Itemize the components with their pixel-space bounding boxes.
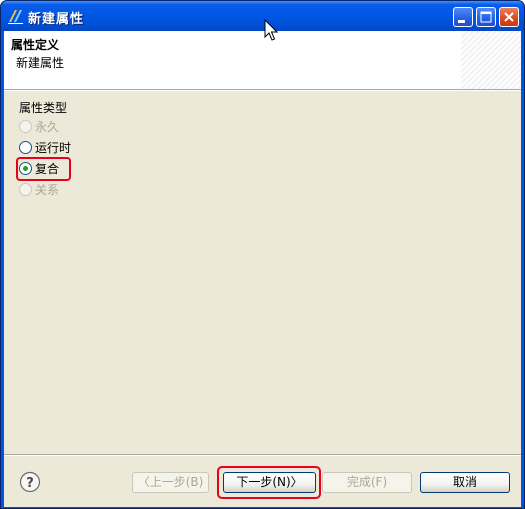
header-separator (4, 90, 521, 91)
finish-button[interactable]: 完成(F) (322, 472, 412, 493)
maximize-icon (480, 11, 492, 23)
dialog-window: 新建属性 属性定义 新建属性 属性类型 永久 运行时 复合 关系 ? 〈上一步(… (0, 0, 525, 509)
dialog-client-area: 属性定义 新建属性 属性类型 永久 运行时 复合 关系 ? 〈上一步(B) 下一… (4, 31, 521, 507)
header-title: 属性定义 (11, 38, 60, 52)
back-button[interactable]: 〈上一步(B) (132, 472, 209, 493)
highlight-box-next (217, 466, 321, 499)
footer-separator-light (4, 455, 521, 456)
minimize-icon (458, 20, 465, 23)
radio-runtime-label: 运行时 (35, 140, 72, 155)
header-subtitle: 新建属性 (16, 56, 65, 70)
app-icon (8, 10, 23, 24)
radio-permanent-label: 永久 (35, 119, 60, 134)
close-button[interactable] (499, 7, 519, 27)
property-type-label: 属性类型 (19, 101, 68, 115)
mouse-cursor-icon (264, 19, 279, 41)
minimize-button[interactable] (453, 7, 473, 27)
close-icon (504, 12, 514, 22)
title-bar[interactable]: 新建属性 (1, 1, 524, 31)
radio-permanent-control (19, 119, 32, 133)
radio-runtime-control[interactable] (19, 140, 32, 154)
header-decoration (461, 31, 521, 89)
svg-text:?: ? (26, 476, 34, 491)
radio-runtime[interactable]: 运行时 (19, 138, 71, 156)
maximize-button[interactable] (476, 7, 496, 27)
radio-permanent: 永久 (19, 117, 59, 135)
help-icon[interactable]: ? (19, 471, 41, 493)
radio-relation-label: 关系 (35, 182, 60, 197)
cancel-button[interactable]: 取消 (420, 472, 510, 493)
highlight-box-composite (16, 157, 71, 181)
radio-relation-control (19, 182, 32, 196)
radio-relation: 关系 (19, 180, 59, 198)
window-title: 新建属性 (28, 12, 85, 27)
wizard-header: 属性定义 新建属性 (4, 31, 521, 90)
